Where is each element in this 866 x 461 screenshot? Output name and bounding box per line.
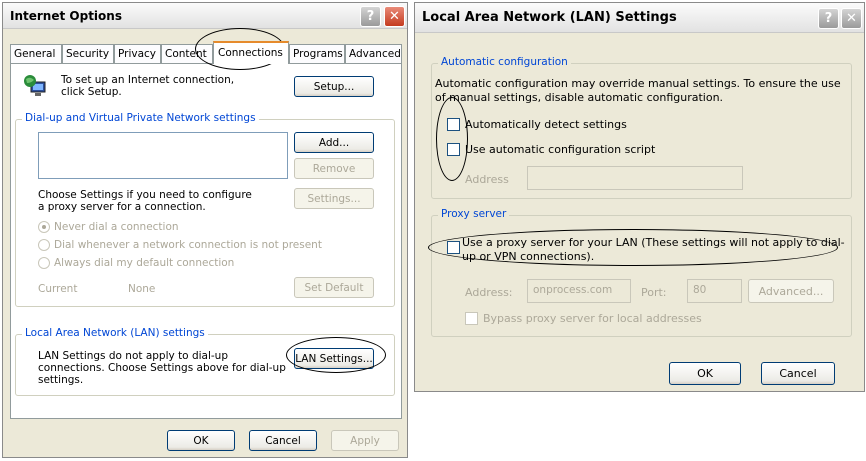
tab-advanced[interactable]: Advanced [345,44,402,63]
tab-connections[interactable]: Connections [213,41,289,64]
title-bar: Internet Options [3,3,407,29]
close-button[interactable]: ✕ [384,6,405,27]
radio-never-dial[interactable] [38,221,50,233]
lan-group-title: Local Area Network (LAN) settings [22,327,208,339]
script-address-label: Address [465,173,509,186]
radio-dial-whenever-label: Dial whenever a network connection is no… [54,239,322,251]
radio-never-dial-label: Never dial a connection [54,221,179,233]
set-default-button[interactable]: Set Default [294,277,374,298]
lan-cancel-button[interactable]: Cancel [761,362,835,385]
auto-config-group-title: Automatic configuration [438,56,571,68]
apply-button[interactable]: Apply [331,430,399,451]
auto-detect-label: Automatically detect settings [465,118,627,131]
lan-help-button[interactable]: ? [818,8,839,29]
tab-programs[interactable]: Programs [289,44,345,63]
dialup-vpn-group-title: Dial-up and Virtual Private Network sett… [22,112,259,124]
connections-list[interactable] [38,132,288,179]
dialog-title: Internet Options [10,8,122,23]
script-address-input[interactable] [527,166,743,190]
lan-dialog-title: Local Area Network (LAN) Settings [422,10,677,25]
lan-title-bar: Local Area Network (LAN) Settings [415,3,864,33]
tab-security[interactable]: Security [62,44,114,63]
lan-ok-button[interactable]: OK [669,362,741,385]
radio-dial-whenever[interactable] [38,239,50,251]
lan-description: LAN Settings do not apply to dial-up con… [38,350,286,386]
advanced-button[interactable]: Advanced... [748,279,834,303]
radio-always-dial-label: Always dial my default connection [54,257,235,269]
remove-button[interactable]: Remove [294,158,374,179]
bypass-local-label: Bypass proxy server for local addresses [483,312,702,325]
auto-config-description: Automatic configuration may override man… [435,77,841,104]
ok-button[interactable]: OK [167,430,235,451]
radio-always-dial[interactable] [38,257,50,269]
proxy-address-label: Address: [465,286,513,299]
tab-privacy[interactable]: Privacy [114,44,161,63]
current-label: Current [38,283,78,295]
port-input[interactable]: 80 [687,279,742,303]
internet-options-dialog: Internet Options ? ✕ General Security Pr… [2,2,408,458]
highlight-auto-config-checkboxes [436,97,468,181]
bypass-local-checkbox[interactable] [465,312,478,325]
current-value: None [128,283,156,295]
proxy-address-input[interactable]: onprocess.com [527,279,631,303]
port-label: Port: [641,286,667,299]
proxy-hint-text: Choose Settings if you need to configure… [38,189,252,213]
lan-close-button[interactable]: ✕ [841,8,862,29]
add-button[interactable]: Add... [294,132,374,153]
highlight-lan-settings-button [286,337,386,373]
auto-script-label: Use automatic configuration script [465,143,656,156]
setup-button[interactable]: Setup... [294,76,374,97]
cancel-button[interactable]: Cancel [249,430,317,451]
network-globe-icon [23,74,47,98]
highlight-use-proxy-option [428,229,838,266]
tab-general[interactable]: General [10,44,62,63]
lan-settings-dialog: Local Area Network (LAN) Settings ? ✕ Au… [414,2,865,392]
settings-button[interactable]: Settings... [294,188,374,209]
setup-description: To set up an Internet connection, click … [61,74,235,98]
help-button[interactable]: ? [360,6,381,27]
proxy-group-title: Proxy server [438,208,510,220]
